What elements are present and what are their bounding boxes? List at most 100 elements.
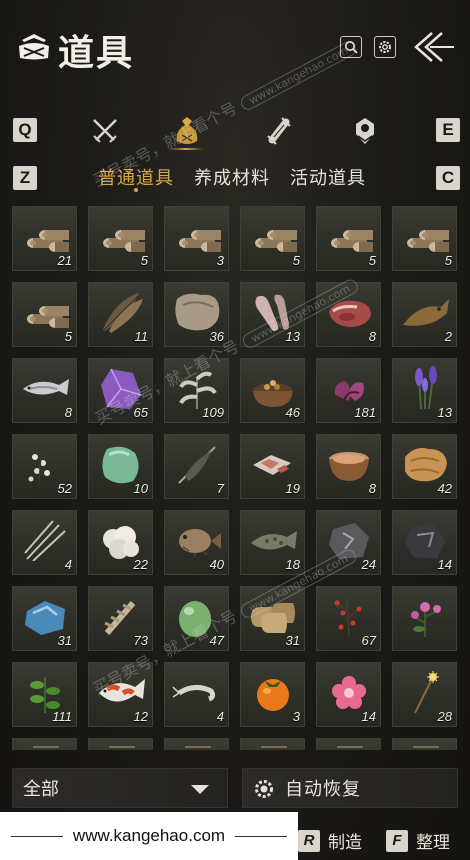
- item-quantity: 10: [133, 481, 148, 496]
- inventory-slot[interactable]: 67: [316, 586, 381, 651]
- inventory-slot[interactable]: 2: [392, 282, 457, 347]
- inventory-slot[interactable]: 5: [88, 206, 153, 271]
- inventory-slot[interactable]: 52: [12, 434, 77, 499]
- inventory-slot[interactable]: 13: [240, 282, 305, 347]
- inventory-slot[interactable]: 36: [164, 282, 229, 347]
- inventory-slot[interactable]: 24: [316, 510, 381, 575]
- inventory-slot[interactable]: 42: [392, 434, 457, 499]
- item-quantity: 24: [361, 557, 376, 572]
- inventory-slot[interactable]: 181: [316, 358, 381, 423]
- green-herb-icon: [30, 677, 60, 713]
- inventory-slot[interactable]: 5: [316, 206, 381, 271]
- dark-ore-icon: [405, 523, 445, 559]
- chevron-down-icon: [191, 785, 209, 794]
- inventory-slot[interactable]: 19: [240, 434, 305, 499]
- inventory-slot[interactable]: 5: [12, 282, 77, 347]
- inventory-slot[interactable]: [392, 738, 457, 750]
- purple-bulb-icon: [334, 381, 364, 404]
- key-f-badge: F: [386, 829, 408, 852]
- inventory-slot[interactable]: 31: [12, 586, 77, 651]
- inventory-slot[interactable]: 4: [164, 662, 229, 727]
- key-e-badge[interactable]: E: [436, 118, 460, 142]
- inventory-slot[interactable]: 31: [240, 586, 305, 651]
- back-arrows-icon[interactable]: [408, 30, 456, 64]
- inventory-slot[interactable]: 7: [164, 434, 229, 499]
- inventory-slot[interactable]: 47: [164, 586, 229, 651]
- craft-action[interactable]: R 制造: [298, 828, 362, 853]
- tab-cultivation-materials[interactable]: 养成材料: [194, 164, 270, 190]
- auto-restore-button[interactable]: 自动恢复: [242, 768, 458, 808]
- inventory-slot[interactable]: 109: [164, 358, 229, 423]
- inventory-slot[interactable]: 5: [392, 206, 457, 271]
- logs-icon: [331, 230, 373, 252]
- inventory-slot[interactable]: 111: [12, 662, 77, 727]
- inventory-slot[interactable]: 8: [316, 434, 381, 499]
- pelt-icon: [175, 293, 220, 331]
- sort-label: 整理: [416, 833, 450, 853]
- logs-icon: [407, 230, 449, 252]
- inventory-slot[interactable]: [164, 738, 229, 750]
- inventory-slot[interactable]: 3: [240, 662, 305, 727]
- inventory-slot[interactable]: 12: [88, 662, 153, 727]
- green-egg-icon: [179, 601, 211, 637]
- item-quantity: 19: [285, 481, 300, 496]
- category-gems[interactable]: [348, 114, 382, 148]
- logs-icon: [179, 230, 221, 252]
- hide-icon: [405, 448, 447, 482]
- inventory-slot[interactable]: 18: [240, 510, 305, 575]
- inventory-slot[interactable]: 14: [392, 510, 457, 575]
- pink-flower-plant-icon: [411, 602, 441, 637]
- settings-button[interactable]: [374, 36, 396, 58]
- key-q-badge[interactable]: Q: [13, 118, 37, 142]
- inventory-slot[interactable]: 11: [88, 282, 153, 347]
- filter-dropdown[interactable]: 全部: [12, 768, 228, 808]
- item-quantity: 111: [52, 709, 72, 724]
- key-c-badge[interactable]: C: [436, 166, 460, 190]
- inventory-slot[interactable]: 8: [316, 282, 381, 347]
- inventory-scroll-area[interactable]: 21 5 3 5 5 5 5 11 36 13 8 2 8 65 109 46 181 13 52 10 7 19 8 42 4…: [0, 202, 470, 750]
- inventory-slot[interactable]: 3: [164, 206, 229, 271]
- bag-icon: [19, 34, 49, 60]
- category-items[interactable]: [170, 114, 204, 148]
- fish-icon: [403, 299, 449, 326]
- inventory-slot[interactable]: [316, 738, 381, 750]
- jade-stone-icon: [102, 446, 139, 484]
- tab-event-items[interactable]: 活动道具: [290, 164, 366, 190]
- gem-icon: [356, 118, 374, 144]
- inventory-slot[interactable]: 65: [88, 358, 153, 423]
- inventory-slot[interactable]: [12, 738, 77, 750]
- item-quantity: 36: [209, 329, 224, 344]
- category-scrolls[interactable]: [262, 114, 296, 148]
- inventory-slot[interactable]: 46: [240, 358, 305, 423]
- inventory-slot[interactable]: 21: [12, 206, 77, 271]
- inventory-slot[interactable]: 28: [392, 662, 457, 727]
- inventory-slot[interactable]: [240, 738, 305, 750]
- inventory-slot[interactable]: 5: [240, 206, 305, 271]
- item-quantity: 5: [292, 253, 300, 268]
- partial-icon: [413, 746, 439, 748]
- partial-icon: [261, 746, 287, 748]
- inventory-slot[interactable]: 13: [392, 358, 457, 423]
- inventory-slot[interactable]: [392, 586, 457, 651]
- blue-crystal-icon: [25, 601, 65, 635]
- inventory-slot[interactable]: 10: [88, 434, 153, 499]
- inventory-slot[interactable]: 14: [316, 662, 381, 727]
- raw-meat-icon: [329, 300, 371, 327]
- category-weapons[interactable]: [88, 114, 122, 148]
- sparkler-icon: [414, 671, 439, 713]
- inventory-slot[interactable]: 4: [12, 510, 77, 575]
- inventory-slot[interactable]: 40: [164, 510, 229, 575]
- inventory-slot[interactable]: 22: [88, 510, 153, 575]
- gear-icon: [255, 780, 273, 798]
- key-z-badge[interactable]: Z: [13, 166, 37, 190]
- sort-action[interactable]: F 整理: [386, 828, 450, 853]
- craft-label: 制造: [328, 833, 362, 853]
- logs-icon: [103, 230, 145, 252]
- inventory-slot[interactable]: 73: [88, 586, 153, 651]
- tab-common-items[interactable]: 普通道具: [98, 164, 174, 190]
- search-button[interactable]: [340, 36, 362, 58]
- inventory-slot[interactable]: [88, 738, 153, 750]
- inventory-slot[interactable]: 8: [12, 358, 77, 423]
- auto-restore-label: 自动恢复: [285, 779, 361, 800]
- search-icon: [345, 41, 358, 54]
